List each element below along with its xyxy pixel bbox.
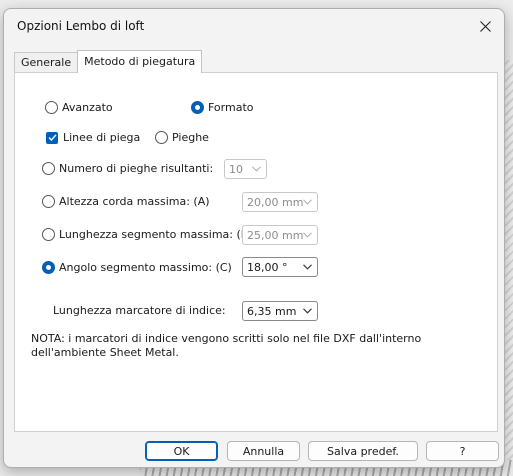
chevron-down-icon — [252, 166, 261, 172]
dialog-title: Opzioni Lembo di loft — [17, 19, 145, 33]
radio-pieghe[interactable]: Pieghe — [155, 131, 209, 144]
numero-pieghe-value: 10 — [229, 162, 243, 176]
radio-formato-label: Formato — [208, 101, 254, 114]
tab-strip: Generale Metodo di piegatura — [14, 50, 203, 73]
radio-formato-indicator — [191, 101, 204, 114]
checkmark-icon — [48, 134, 57, 142]
loft-flange-options-dialog: Opzioni Lembo di loft Generale Metodo di… — [3, 8, 505, 468]
radio-numero-pieghe[interactable]: Numero di pieghe risultanti: — [42, 162, 213, 175]
ok-button[interactable]: OK — [145, 441, 218, 461]
tab-panel-metodo-di-piegatura: Avanzato Formato Linee di piega Pieghe N… — [14, 72, 498, 432]
radio-avanzato[interactable]: Avanzato — [45, 101, 113, 114]
radio-lunghezza-segmento[interactable]: Lunghezza segmento massima: (B) — [42, 228, 253, 241]
marker-length-label: Lunghezza marcatore di indice: — [53, 304, 226, 317]
lunghezza-segmento-value: 25,00 mm — [247, 228, 304, 242]
radio-avanzato-indicator — [45, 101, 58, 114]
chevron-down-icon — [303, 264, 312, 270]
checkbox-checked-indicator — [46, 131, 58, 144]
radio-lunghezza-segmento-label: Lunghezza segmento massima: (B) — [59, 228, 253, 241]
help-button[interactable]: ? — [426, 441, 499, 461]
annulla-button[interactable]: Annulla — [227, 441, 300, 461]
altezza-corda-combo[interactable]: 20,00 mm — [242, 192, 318, 212]
marker-length-value: 6,35 mm — [247, 304, 297, 318]
close-icon — [479, 20, 491, 32]
radio-pieghe-label: Pieghe — [172, 131, 209, 144]
titlebar: Opzioni Lembo di loft — [4, 9, 504, 45]
radio-numero-pieghe-indicator — [42, 162, 55, 175]
radio-avanzato-label: Avanzato — [62, 101, 113, 114]
radio-altezza-corda[interactable]: Altezza corda massima: (A) — [42, 195, 210, 208]
marker-length-label-text: Lunghezza marcatore di indice: — [53, 304, 226, 317]
chevron-down-icon — [303, 199, 312, 205]
checkbox-linee-label: Linee di piega — [63, 131, 141, 144]
tab-metodo-di-piegatura[interactable]: Metodo di piegatura — [77, 50, 203, 73]
radio-altezza-corda-indicator — [42, 195, 55, 208]
close-button[interactable] — [472, 15, 498, 37]
chevron-down-icon — [303, 308, 312, 314]
marker-length-combo[interactable]: 6,35 mm — [242, 301, 318, 321]
altezza-corda-value: 20,00 mm — [247, 195, 304, 209]
radio-altezza-corda-label: Altezza corda massima: (A) — [59, 195, 210, 208]
note-text: NOTA: i marcatori di indice vengono scri… — [31, 332, 422, 359]
angolo-segmento-combo[interactable]: 18,00 ° — [242, 257, 318, 277]
lunghezza-segmento-combo[interactable]: 25,00 mm — [242, 225, 318, 245]
checkbox-linee-di-piega[interactable]: Linee di piega — [46, 131, 140, 144]
salva-predefiniti-button[interactable]: Salva predef. — [308, 441, 418, 461]
radio-lunghezza-segmento-indicator — [42, 228, 55, 241]
radio-pieghe-indicator — [155, 131, 168, 144]
angolo-segmento-value: 18,00 ° — [247, 260, 288, 274]
radio-formato[interactable]: Formato — [191, 101, 254, 114]
radio-angolo-segmento-indicator — [42, 261, 55, 274]
radio-numero-pieghe-label: Numero di pieghe risultanti: — [59, 162, 214, 175]
radio-angolo-segmento[interactable]: Angolo segmento massimo: (C) — [42, 261, 232, 274]
radio-angolo-segmento-label: Angolo segmento massimo: (C) — [59, 261, 232, 274]
tab-generale[interactable]: Generale — [14, 52, 79, 73]
chevron-down-icon — [303, 232, 312, 238]
numero-pieghe-combo[interactable]: 10 — [224, 159, 267, 179]
